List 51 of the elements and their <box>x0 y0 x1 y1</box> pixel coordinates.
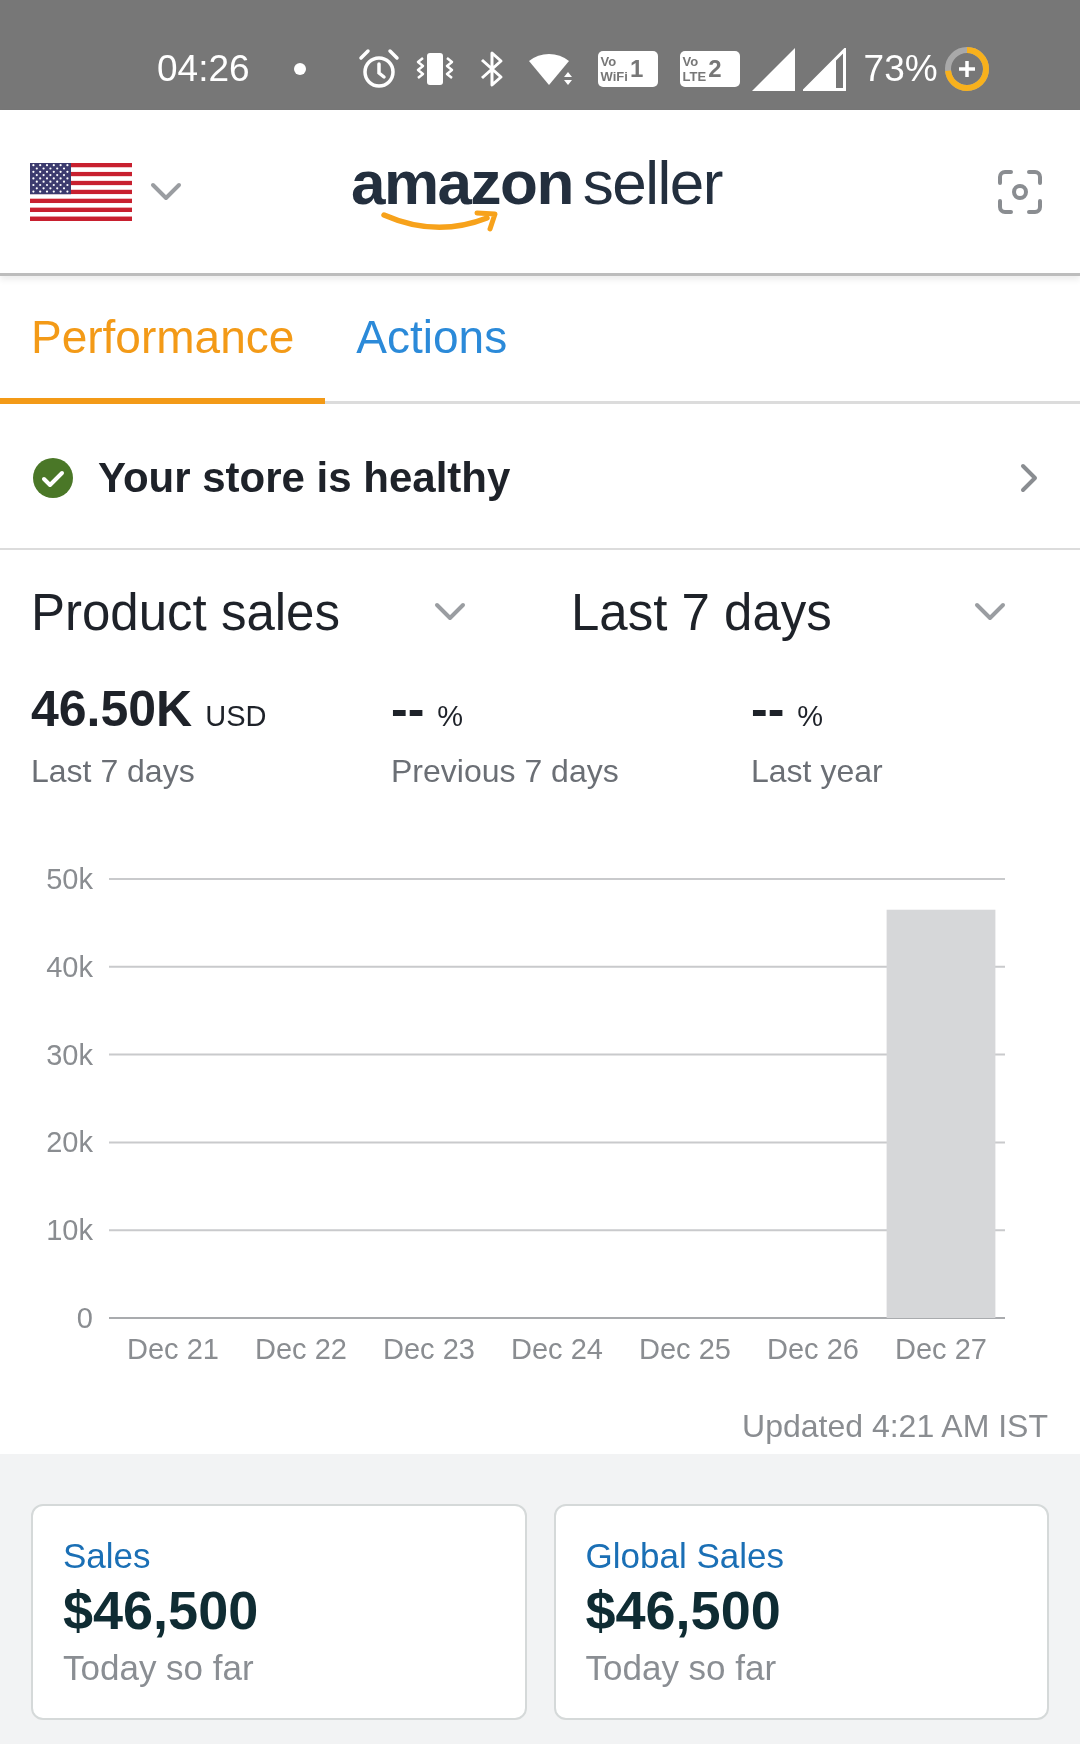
x-axis-label: Dec 22 <box>255 1333 347 1365</box>
logo-product-name: seller <box>582 151 722 214</box>
chevron-down-icon <box>974 602 1006 622</box>
card-title: Sales <box>63 1536 151 1576</box>
y-axis-label: 50k <box>46 863 93 895</box>
stat-caption: Last year <box>751 752 883 790</box>
battery-percent: 73% <box>863 47 938 91</box>
us-flag-icon[interactable] <box>30 162 132 221</box>
sales-card[interactable]: Sales $46,500 Today so far <box>31 1504 527 1720</box>
y-axis-label: 0 <box>76 1302 93 1334</box>
chevron-down-icon <box>434 602 466 622</box>
scan-icon[interactable] <box>997 168 1043 215</box>
y-axis-label: 20k <box>46 1126 93 1159</box>
y-axis-label: 10k <box>46 1214 93 1247</box>
card-title: Global Sales <box>585 1536 784 1576</box>
stat-value: -- <box>391 680 425 739</box>
stat-unit: % <box>797 699 824 734</box>
filter-dropdown[interactable]: Last 7 days <box>571 577 1006 647</box>
signal-icon <box>802 47 846 91</box>
updated-time: Updated 4:21 AM IST <box>742 1408 1048 1444</box>
x-axis-label: Dec 25 <box>639 1333 731 1365</box>
card-caption: Today so far <box>63 1648 254 1688</box>
stat-value: -- <box>751 680 785 739</box>
tab[interactable]: Actions <box>325 276 539 404</box>
smile-arrow-icon <box>381 209 499 232</box>
y-axis-label: 30k <box>46 1038 93 1071</box>
notification-dot-icon <box>293 63 306 75</box>
stat-unit: USD <box>205 699 267 734</box>
logo-wordmark: amazon <box>351 151 573 214</box>
alarm-clock-icon <box>357 48 400 90</box>
clock-time: 04:26 <box>157 47 250 91</box>
x-axis-label: Dec 21 <box>127 1333 219 1365</box>
stat-unit: % <box>437 699 464 734</box>
x-axis-label: Dec 26 <box>767 1333 859 1365</box>
x-axis-label: Dec 23 <box>383 1333 475 1365</box>
chevron-right-icon <box>1019 462 1039 494</box>
signal-icon <box>751 47 795 91</box>
stat-value: 46.50K <box>31 680 193 739</box>
card-amount: $46,500 <box>585 1580 781 1640</box>
filter-dropdown[interactable]: Product sales <box>31 577 466 647</box>
x-axis-label: Dec 24 <box>511 1333 603 1365</box>
check-circle-icon <box>33 458 73 498</box>
card-caption: Today so far <box>585 1648 777 1688</box>
stat-caption: Previous 7 days <box>391 752 619 790</box>
y-axis-label: 40k <box>46 950 93 983</box>
card-amount: $46,500 <box>63 1580 259 1640</box>
chevron-down-icon[interactable] <box>150 181 182 202</box>
sales-card[interactable]: Global Sales $46,500 Today so far <box>553 1504 1049 1720</box>
stat-caption: Last 7 days <box>31 752 195 790</box>
battery-ring-icon <box>943 46 990 92</box>
x-axis-label: Dec 27 <box>895 1333 987 1365</box>
